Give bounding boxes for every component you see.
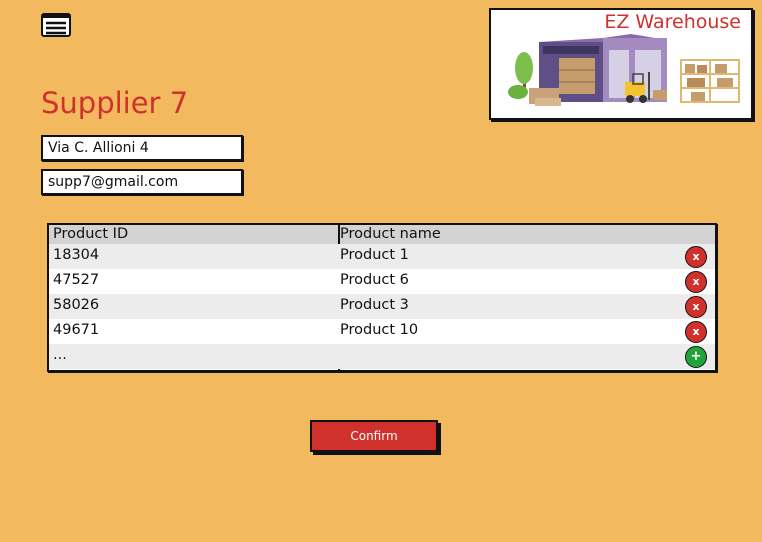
empty-name-cell <box>338 344 715 369</box>
table-row: 58026 Product 3 x <box>49 294 715 319</box>
product-id-cell: 49671 <box>53 322 100 338</box>
table-row: 47527 Product 6 x <box>49 269 715 294</box>
table-header: Product ID Product name <box>49 225 715 244</box>
table-row-more: ... + <box>49 344 715 369</box>
hamburger-menu-icon[interactable] <box>41 13 71 37</box>
email-field[interactable] <box>41 169 243 195</box>
add-product-button[interactable]: + <box>685 346 707 368</box>
warehouse-illustration <box>508 34 740 106</box>
product-name-cell: Product 1 <box>340 247 409 263</box>
remove-product-button[interactable]: x <box>685 296 707 318</box>
product-id-cell: 58026 <box>53 297 100 313</box>
page-title: Supplier 7 <box>41 86 189 120</box>
confirm-button[interactable]: Confirm <box>310 420 438 452</box>
product-id-cell: 18304 <box>53 247 100 263</box>
more-rows-ellipsis: ... <box>53 347 67 363</box>
table-row: 49671 Product 10 x <box>49 319 715 344</box>
remove-product-button[interactable]: x <box>685 271 707 293</box>
table-row: 18304 Product 1 x <box>49 244 715 269</box>
column-header-product-name: Product name <box>340 226 441 242</box>
remove-product-button[interactable]: x <box>685 246 707 268</box>
address-field[interactable] <box>41 135 243 161</box>
product-id-cell: 47527 <box>53 272 100 288</box>
remove-product-button[interactable]: x <box>685 321 707 343</box>
column-header-product-id: Product ID <box>53 226 129 242</box>
products-table: Product ID Product name 18304 Product 1 … <box>47 223 717 372</box>
product-name-cell: Product 6 <box>340 272 409 288</box>
product-name-cell: Product 3 <box>340 297 409 313</box>
brand-logo: EZ Warehouse <box>489 8 753 120</box>
product-name-cell: Product 10 <box>340 322 419 338</box>
